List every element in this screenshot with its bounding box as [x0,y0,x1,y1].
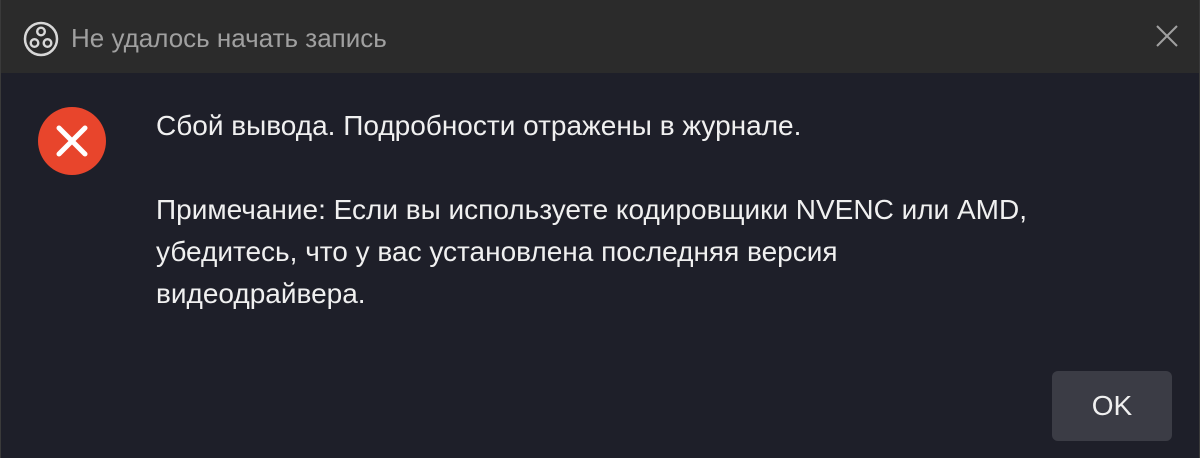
obs-logo-icon [23,21,59,57]
error-icon [38,107,106,175]
note-line-2: убедитесь, что у вас установлена последн… [156,236,838,267]
note-line-3: видеодрайвера. [156,278,366,309]
error-message: Сбой вывода. Подробности отражены в журн… [156,110,802,141]
window-title: Не удалось начать запись [71,23,387,53]
note-line-1: Примечание: Если вы используете кодировщ… [156,194,1027,225]
error-dialog-window: Не удалось начать запись Сбой вывода. По… [0,0,1200,458]
dialog-message: Сбой вывода. Подробности отражены в журн… [156,105,1166,315]
ok-button[interactable]: OK [1052,371,1172,441]
close-button[interactable] [1149,18,1185,54]
close-icon [1156,25,1178,47]
title-bar[interactable]: Не удалось начать запись [1,0,1199,73]
